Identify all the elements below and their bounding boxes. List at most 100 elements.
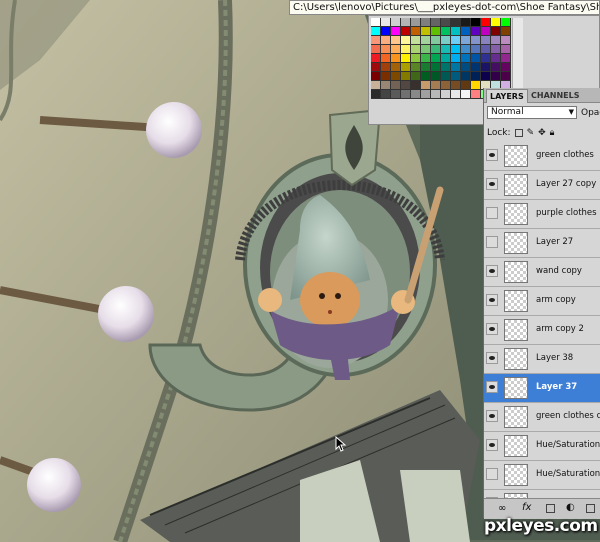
color-swatch[interactable]	[431, 18, 441, 27]
color-swatch[interactable]	[471, 90, 481, 99]
color-swatch[interactable]	[451, 63, 461, 72]
color-swatch[interactable]	[481, 54, 491, 63]
color-swatch[interactable]	[491, 27, 501, 36]
color-swatch[interactable]	[401, 81, 411, 90]
color-swatch[interactable]	[501, 63, 511, 72]
lock-position-icon[interactable]: ✥	[538, 128, 546, 138]
color-swatch[interactable]	[451, 72, 461, 81]
color-swatch[interactable]	[471, 63, 481, 72]
layer-row[interactable]: Layer 37	[484, 374, 600, 403]
layer-row[interactable]: green clothes cop	[484, 403, 600, 432]
color-swatch[interactable]	[421, 81, 431, 90]
layer-row[interactable]: Layer 27 copy	[484, 171, 600, 200]
color-swatch[interactable]	[391, 72, 401, 81]
color-swatch[interactable]	[381, 54, 391, 63]
color-swatch[interactable]	[411, 72, 421, 81]
layer-row[interactable]: Hue/Saturation 1	[484, 461, 600, 490]
color-swatch[interactable]	[441, 36, 451, 45]
visibility-eye-icon[interactable]	[486, 323, 498, 335]
color-swatch[interactable]	[421, 72, 431, 81]
color-swatch[interactable]	[381, 18, 391, 27]
color-swatch[interactable]	[431, 27, 441, 36]
color-swatch[interactable]	[381, 36, 391, 45]
color-swatch[interactable]	[481, 18, 491, 27]
layer-row[interactable]: Layer 38	[484, 345, 600, 374]
color-swatch[interactable]	[401, 27, 411, 36]
color-swatch[interactable]	[491, 72, 501, 81]
color-swatch[interactable]	[411, 63, 421, 72]
color-swatch[interactable]	[401, 18, 411, 27]
color-swatch[interactable]	[491, 18, 501, 27]
color-swatch[interactable]	[441, 63, 451, 72]
color-swatch[interactable]	[371, 18, 381, 27]
color-swatch[interactable]	[451, 27, 461, 36]
color-swatch[interactable]	[431, 63, 441, 72]
color-swatch[interactable]	[421, 45, 431, 54]
color-swatch[interactable]	[441, 54, 451, 63]
color-swatch[interactable]	[371, 45, 381, 54]
color-swatch[interactable]	[421, 27, 431, 36]
color-swatch[interactable]	[381, 45, 391, 54]
layer-row[interactable]: purple clothes	[484, 200, 600, 229]
color-swatch[interactable]	[471, 54, 481, 63]
color-swatch[interactable]	[371, 90, 381, 99]
color-swatch[interactable]	[501, 27, 511, 36]
visibility-eye-icon[interactable]	[486, 265, 498, 277]
color-swatch[interactable]	[421, 63, 431, 72]
color-swatch[interactable]	[391, 54, 401, 63]
layer-row[interactable]: Layer 27	[484, 229, 600, 258]
color-swatch[interactable]	[381, 63, 391, 72]
color-swatch[interactable]	[471, 36, 481, 45]
color-swatch[interactable]	[491, 36, 501, 45]
visibility-eye-icon[interactable]	[486, 149, 498, 161]
color-swatch[interactable]	[471, 18, 481, 27]
color-swatch[interactable]	[401, 90, 411, 99]
color-swatch[interactable]	[491, 54, 501, 63]
color-swatch[interactable]	[411, 18, 421, 27]
color-swatch[interactable]	[381, 27, 391, 36]
tab-channels[interactable]: CHANNELS	[528, 89, 582, 102]
color-swatch[interactable]	[491, 45, 501, 54]
visibility-eye-icon[interactable]	[486, 381, 498, 393]
color-swatch[interactable]	[461, 72, 471, 81]
color-swatch[interactable]	[371, 63, 381, 72]
color-swatch[interactable]	[501, 18, 511, 27]
color-swatch[interactable]	[421, 90, 431, 99]
color-swatch[interactable]	[501, 45, 511, 54]
color-swatch[interactable]	[421, 18, 431, 27]
visibility-eye-icon[interactable]	[486, 439, 498, 451]
color-swatch[interactable]	[471, 45, 481, 54]
link-layers-icon[interactable]: ∞	[498, 503, 506, 514]
color-swatch[interactable]	[411, 45, 421, 54]
color-swatch[interactable]	[461, 27, 471, 36]
color-swatch[interactable]	[411, 54, 421, 63]
color-swatch[interactable]	[451, 81, 461, 90]
color-swatch[interactable]	[481, 63, 491, 72]
color-swatch[interactable]	[451, 90, 461, 99]
color-swatch[interactable]	[411, 27, 421, 36]
color-swatch[interactable]	[401, 54, 411, 63]
color-swatch[interactable]	[501, 36, 511, 45]
color-swatch[interactable]	[471, 81, 481, 90]
visibility-eye-icon[interactable]	[486, 352, 498, 364]
color-swatch[interactable]	[461, 36, 471, 45]
lock-transparent-icon[interactable]	[514, 129, 523, 137]
color-swatch[interactable]	[401, 36, 411, 45]
color-swatch[interactable]	[451, 45, 461, 54]
color-swatch[interactable]	[371, 72, 381, 81]
color-swatch[interactable]	[421, 36, 431, 45]
color-swatch[interactable]	[421, 54, 431, 63]
color-swatch[interactable]	[481, 27, 491, 36]
color-swatch[interactable]	[471, 27, 481, 36]
color-swatch[interactable]	[461, 18, 471, 27]
color-swatch[interactable]	[481, 45, 491, 54]
color-swatch[interactable]	[411, 90, 421, 99]
lock-all-icon[interactable]: 🔒︎	[550, 128, 555, 138]
visibility-eye-icon[interactable]	[486, 178, 498, 190]
color-swatch[interactable]	[381, 72, 391, 81]
blend-mode-select[interactable]: Normal ▼	[487, 106, 577, 119]
visibility-eye-icon[interactable]	[486, 468, 498, 480]
color-swatch[interactable]	[461, 90, 471, 99]
color-swatch[interactable]	[431, 72, 441, 81]
color-swatch[interactable]	[391, 90, 401, 99]
